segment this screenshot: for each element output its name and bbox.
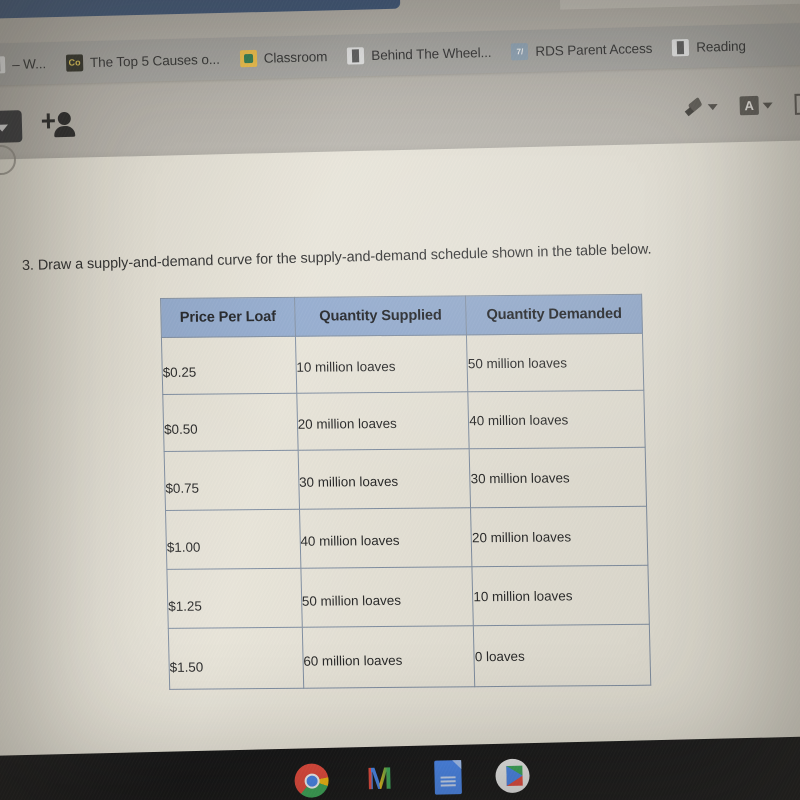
- document-icon: [672, 38, 690, 56]
- supply-demand-table: Price Per Loaf Quantity Supplied Quantit…: [160, 294, 651, 690]
- document-content: 3. Draw a supply-and-demand curve for th…: [0, 150, 800, 762]
- bookmark-item[interactable]: RDS Parent Access: [511, 39, 652, 60]
- cell-demanded: 10 million loaves: [472, 565, 650, 626]
- table-row: $0.50 20 million loaves 40 million loave…: [162, 390, 646, 452]
- chevron-down-icon: [707, 103, 718, 110]
- add-person-icon[interactable]: [41, 111, 83, 142]
- cell-price: $0.25: [161, 336, 297, 395]
- bookmark-label: – W...: [11, 55, 47, 72]
- text-color-button[interactable]: [739, 95, 773, 116]
- document-icon: [347, 46, 365, 65]
- google-docs-icon[interactable]: [434, 760, 462, 795]
- cell-demanded: 40 million loaves: [468, 390, 646, 449]
- coursehero-icon: [65, 53, 84, 72]
- table-row: $1.00 40 million loaves 20 million loave…: [165, 506, 648, 570]
- table-row: $1.25 50 million loaves 10 million loave…: [166, 565, 650, 629]
- bookmark-item[interactable]: Reading: [672, 37, 746, 56]
- bookmark-label: Classroom: [263, 48, 328, 66]
- table-row: $0.75 30 million loaves 30 million loave…: [164, 447, 647, 511]
- cell-demanded: 50 million loaves: [466, 333, 644, 392]
- cell-supplied: 60 million loaves: [302, 625, 476, 689]
- table-body: $0.25 10 million loaves 50 million loave…: [161, 333, 651, 690]
- column-header-demanded: Quantity Demanded: [465, 294, 643, 335]
- cell-supplied: 30 million loaves: [297, 448, 471, 510]
- generic-page-icon: [0, 55, 6, 74]
- bookmark-label: The Top 5 Causes o...: [89, 51, 220, 70]
- person-body: [54, 125, 76, 138]
- bookmarks-bar: – W... The Top 5 Causes o... Classroom B…: [0, 21, 800, 87]
- bookmark-label: Reading: [696, 38, 747, 55]
- browser-tab-strip: [0, 0, 401, 20]
- shelf-app-icons: [294, 758, 530, 798]
- bookmark-label: Behind The Wheel...: [371, 44, 492, 63]
- cell-price: $1.25: [166, 568, 303, 629]
- table-row: $1.50 60 million loaves 0 loaves: [168, 624, 651, 690]
- plus-stroke-horizontal: [41, 119, 55, 123]
- column-header-supplied: Quantity Supplied: [294, 295, 467, 337]
- column-header-price: Price Per Loaf: [160, 297, 296, 338]
- text-color-a-icon: [739, 95, 759, 116]
- cell-price: $0.50: [162, 393, 298, 452]
- google-classroom-icon: [239, 49, 257, 67]
- formatting-tools: [685, 93, 800, 118]
- cell-price: $1.00: [165, 509, 301, 570]
- chevron-down-icon[interactable]: [0, 110, 23, 144]
- browser-tab-strip-right: [559, 0, 800, 10]
- question-text: 3. Draw a supply-and-demand curve for th…: [21, 241, 652, 274]
- highlighter-icon: [686, 99, 704, 115]
- table-header-row: Price Per Loaf Quantity Supplied Quantit…: [160, 294, 643, 338]
- highlight-color-button[interactable]: [686, 98, 718, 115]
- bookmark-item[interactable]: Classroom: [239, 48, 327, 67]
- bookmark-item[interactable]: The Top 5 Causes o...: [65, 50, 220, 72]
- bookmark-item[interactable]: – W...: [0, 55, 47, 74]
- chrome-icon[interactable]: [294, 763, 329, 798]
- border-square-icon: [794, 93, 800, 115]
- bookmark-label: RDS Parent Access: [535, 40, 653, 59]
- cell-price: $1.50: [168, 627, 304, 690]
- play-store-icon[interactable]: [495, 758, 530, 794]
- gmail-icon[interactable]: [362, 762, 397, 797]
- chevron-down-icon: [762, 102, 773, 109]
- person-head: [57, 111, 71, 126]
- cell-demanded: 30 million loaves: [469, 447, 647, 508]
- borders-button[interactable]: [794, 93, 800, 115]
- cell-supplied: 10 million loaves: [295, 334, 469, 394]
- cell-supplied: 20 million loaves: [296, 391, 470, 451]
- cell-demanded: 0 loaves: [473, 624, 651, 687]
- photographed-screen: – W... The Top 5 Causes o... Classroom B…: [0, 0, 800, 800]
- supply-demand-table-wrapper: Price Per Loaf Quantity Supplied Quantit…: [160, 294, 651, 690]
- rds-icon: [511, 42, 529, 60]
- cell-supplied: 50 million loaves: [300, 566, 474, 628]
- cell-price: $0.75: [164, 450, 300, 511]
- bookmark-item[interactable]: Behind The Wheel...: [347, 43, 492, 65]
- table-row: $0.25 10 million loaves 50 million loave…: [161, 333, 644, 395]
- cell-demanded: 20 million loaves: [470, 506, 648, 567]
- cell-supplied: 40 million loaves: [299, 507, 473, 569]
